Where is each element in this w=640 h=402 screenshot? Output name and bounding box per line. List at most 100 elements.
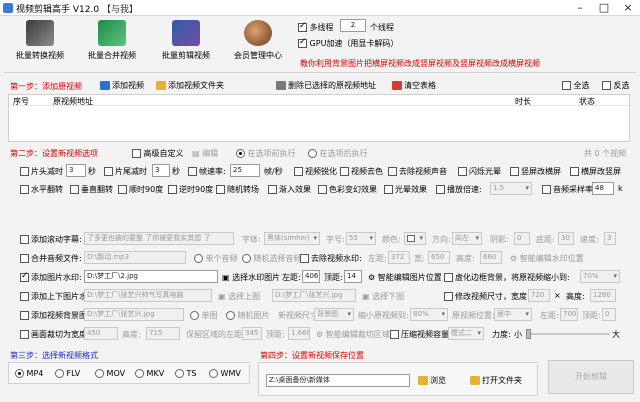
speed-option[interactable]: 播放倍速: xyxy=(436,184,482,195)
color-select[interactable] xyxy=(404,232,426,245)
vflip-option[interactable]: 垂直翻转 xyxy=(70,184,113,195)
random-bg-radio[interactable] xyxy=(226,311,235,320)
hflip-checkbox[interactable] xyxy=(20,185,29,194)
new-size-select[interactable]: 背景图 xyxy=(314,308,354,321)
speed-checkbox[interactable] xyxy=(436,185,445,194)
member-center-button[interactable]: 会员管理中心 xyxy=(222,20,294,68)
decolor-checkbox[interactable] xyxy=(340,167,349,176)
invert-checkbox[interactable] xyxy=(602,81,611,90)
bottom-input[interactable]: 30 xyxy=(558,232,574,245)
flash-option[interactable]: 闪烁光晕 xyxy=(458,166,501,177)
tail-cut-input[interactable]: 3 xyxy=(152,164,170,177)
head-cut-option[interactable]: 片头减时 xyxy=(20,166,63,177)
select-all-button[interactable]: 全选 xyxy=(562,79,590,92)
logo-height-input[interactable]: 660 xyxy=(480,251,502,264)
head-cut-input[interactable]: 3 xyxy=(66,164,86,177)
blur-border-option[interactable]: 虚化边框背景，将原视频缩小到: xyxy=(444,272,570,283)
clear-table-button[interactable]: 清空表格 xyxy=(392,79,436,92)
single-bg-radio[interactable] xyxy=(190,311,199,320)
subtitle-text-input[interactable]: 了多更也被的要整 了你被更我实其想 了 xyxy=(84,232,234,245)
before-radio[interactable] xyxy=(236,149,245,158)
color-fx-option[interactable]: 色彩变幻效果 xyxy=(318,184,377,195)
bg-top-input[interactable]: 0 xyxy=(602,308,616,321)
random-audio-radio[interactable] xyxy=(242,254,251,263)
sharpen-checkbox[interactable] xyxy=(294,167,303,176)
gpu-option[interactable]: GPU加速（用显卡解码） xyxy=(298,37,398,49)
flash-checkbox[interactable] xyxy=(458,167,467,176)
multithread-option[interactable]: 多线程 xyxy=(298,21,334,33)
color-fx-checkbox[interactable] xyxy=(318,185,327,194)
merge-audio-checkbox[interactable] xyxy=(20,254,29,263)
batch-merge-button[interactable]: 批量合并视频 xyxy=(76,20,148,68)
crop-height-input[interactable]: 715 xyxy=(146,327,180,340)
direction-select[interactable]: 向左 xyxy=(452,232,482,245)
horiz-to-vert-checkbox[interactable] xyxy=(570,167,579,176)
smart-crop-button[interactable]: ⚙ 智能编辑裁切区域 xyxy=(316,329,390,340)
framerate-input[interactable]: 25 xyxy=(230,164,260,177)
advanced-option[interactable]: 高级自定义 xyxy=(132,148,184,159)
sharpen-option[interactable]: 视频锐化 xyxy=(294,166,337,177)
remove-audio-option[interactable]: 去除视频声音 xyxy=(388,166,447,177)
edit-button[interactable]: ▤ 编辑 xyxy=(192,148,218,159)
col-status[interactable]: 状态 xyxy=(579,96,595,107)
random-audio-option[interactable]: 随机选择音频 xyxy=(242,253,302,264)
decolor-option[interactable]: 视频去色 xyxy=(340,166,383,177)
random-transition-checkbox[interactable] xyxy=(216,185,225,194)
framerate-checkbox[interactable] xyxy=(188,167,197,176)
flv-radio[interactable] xyxy=(55,369,64,378)
cw90-option[interactable]: 顺时90度 xyxy=(118,184,163,195)
strength-slider[interactable] xyxy=(526,329,610,339)
format-flv[interactable]: FLV xyxy=(55,369,80,378)
crop-checkbox[interactable] xyxy=(20,330,29,339)
smart-image-position-button[interactable]: ⚙ 智能编辑图片位置 xyxy=(368,272,442,283)
merge-audio-option[interactable]: 合并音频文件: xyxy=(20,253,82,264)
position-select[interactable]: 居中 xyxy=(494,308,532,321)
watermark-top-input[interactable]: 14 xyxy=(344,270,362,283)
resize-checkbox[interactable] xyxy=(444,292,453,301)
shrink-select[interactable]: 70% xyxy=(580,270,620,283)
bg-image-path-input[interactable]: D:\梦工厂\张艺兴.jpg xyxy=(84,308,184,321)
remove-logo-option[interactable]: 去除视频水印: xyxy=(300,253,362,264)
choose-bottom-image-button[interactable]: ▣ 选择下图 xyxy=(362,291,404,302)
light-fx-option[interactable]: 光晕效果 xyxy=(384,184,427,195)
horiz-to-vert-option[interactable]: 横屏改竖屏 xyxy=(570,166,621,177)
add-video-button[interactable]: 添加视频 xyxy=(100,79,144,92)
advanced-checkbox[interactable] xyxy=(132,149,141,158)
ccw90-option[interactable]: 逆时90度 xyxy=(168,184,213,195)
mp4-radio[interactable] xyxy=(15,369,24,378)
after-radio[interactable] xyxy=(308,149,317,158)
mov-radio[interactable] xyxy=(95,369,104,378)
resize-width-input[interactable]: 720 xyxy=(528,289,550,302)
sample-rate-checkbox[interactable] xyxy=(542,185,551,194)
wmv-radio[interactable] xyxy=(209,369,218,378)
image-watermark-checkbox[interactable] xyxy=(20,271,29,282)
col-index[interactable]: 序号 xyxy=(13,96,29,107)
add-folder-button[interactable]: 添加视频文件夹 xyxy=(156,79,224,92)
browse-button[interactable]: 浏览 xyxy=(418,374,446,387)
shrink-original-select[interactable]: 80% xyxy=(410,308,448,321)
watermark-left-input[interactable]: 406 xyxy=(302,270,320,283)
remove-audio-checkbox[interactable] xyxy=(388,167,397,176)
logo-width-input[interactable]: 650 xyxy=(428,251,450,264)
top-image-path-input[interactable]: D:\梦工厂\张艺兴帅气写真电脑 xyxy=(84,289,212,302)
col-path[interactable]: 原视频地址 xyxy=(53,96,93,107)
thread-count-input[interactable]: 2 xyxy=(340,19,366,32)
fade-option[interactable]: 渐入效果 xyxy=(268,184,311,195)
open-folder-button[interactable]: 打开文件夹 xyxy=(470,374,522,387)
slider-thumb[interactable] xyxy=(526,329,531,339)
audio-path-input[interactable]: D:\飘动.mp3 xyxy=(84,251,186,264)
smart-logo-button[interactable]: ⚙ 智能编辑水印位置 xyxy=(510,253,584,264)
bg-image-checkbox[interactable] xyxy=(20,311,29,320)
tail-cut-checkbox[interactable] xyxy=(104,167,113,176)
compress-mode-select[interactable]: 模式二 xyxy=(448,327,484,340)
close-icon[interactable]: × xyxy=(616,0,640,16)
vflip-checkbox[interactable] xyxy=(70,185,79,194)
remove-logo-checkbox[interactable] xyxy=(300,254,309,263)
single-audio-radio[interactable] xyxy=(194,254,203,263)
subtitle-speed-input[interactable]: 3 xyxy=(604,232,616,245)
cw90-checkbox[interactable] xyxy=(118,185,127,194)
hflip-option[interactable]: 水平翻转 xyxy=(20,184,63,195)
sample-rate-input[interactable]: 48 xyxy=(592,182,614,195)
crop-left-input[interactable]: 345 xyxy=(242,327,262,340)
shadow-input[interactable]: 0 xyxy=(514,232,530,245)
